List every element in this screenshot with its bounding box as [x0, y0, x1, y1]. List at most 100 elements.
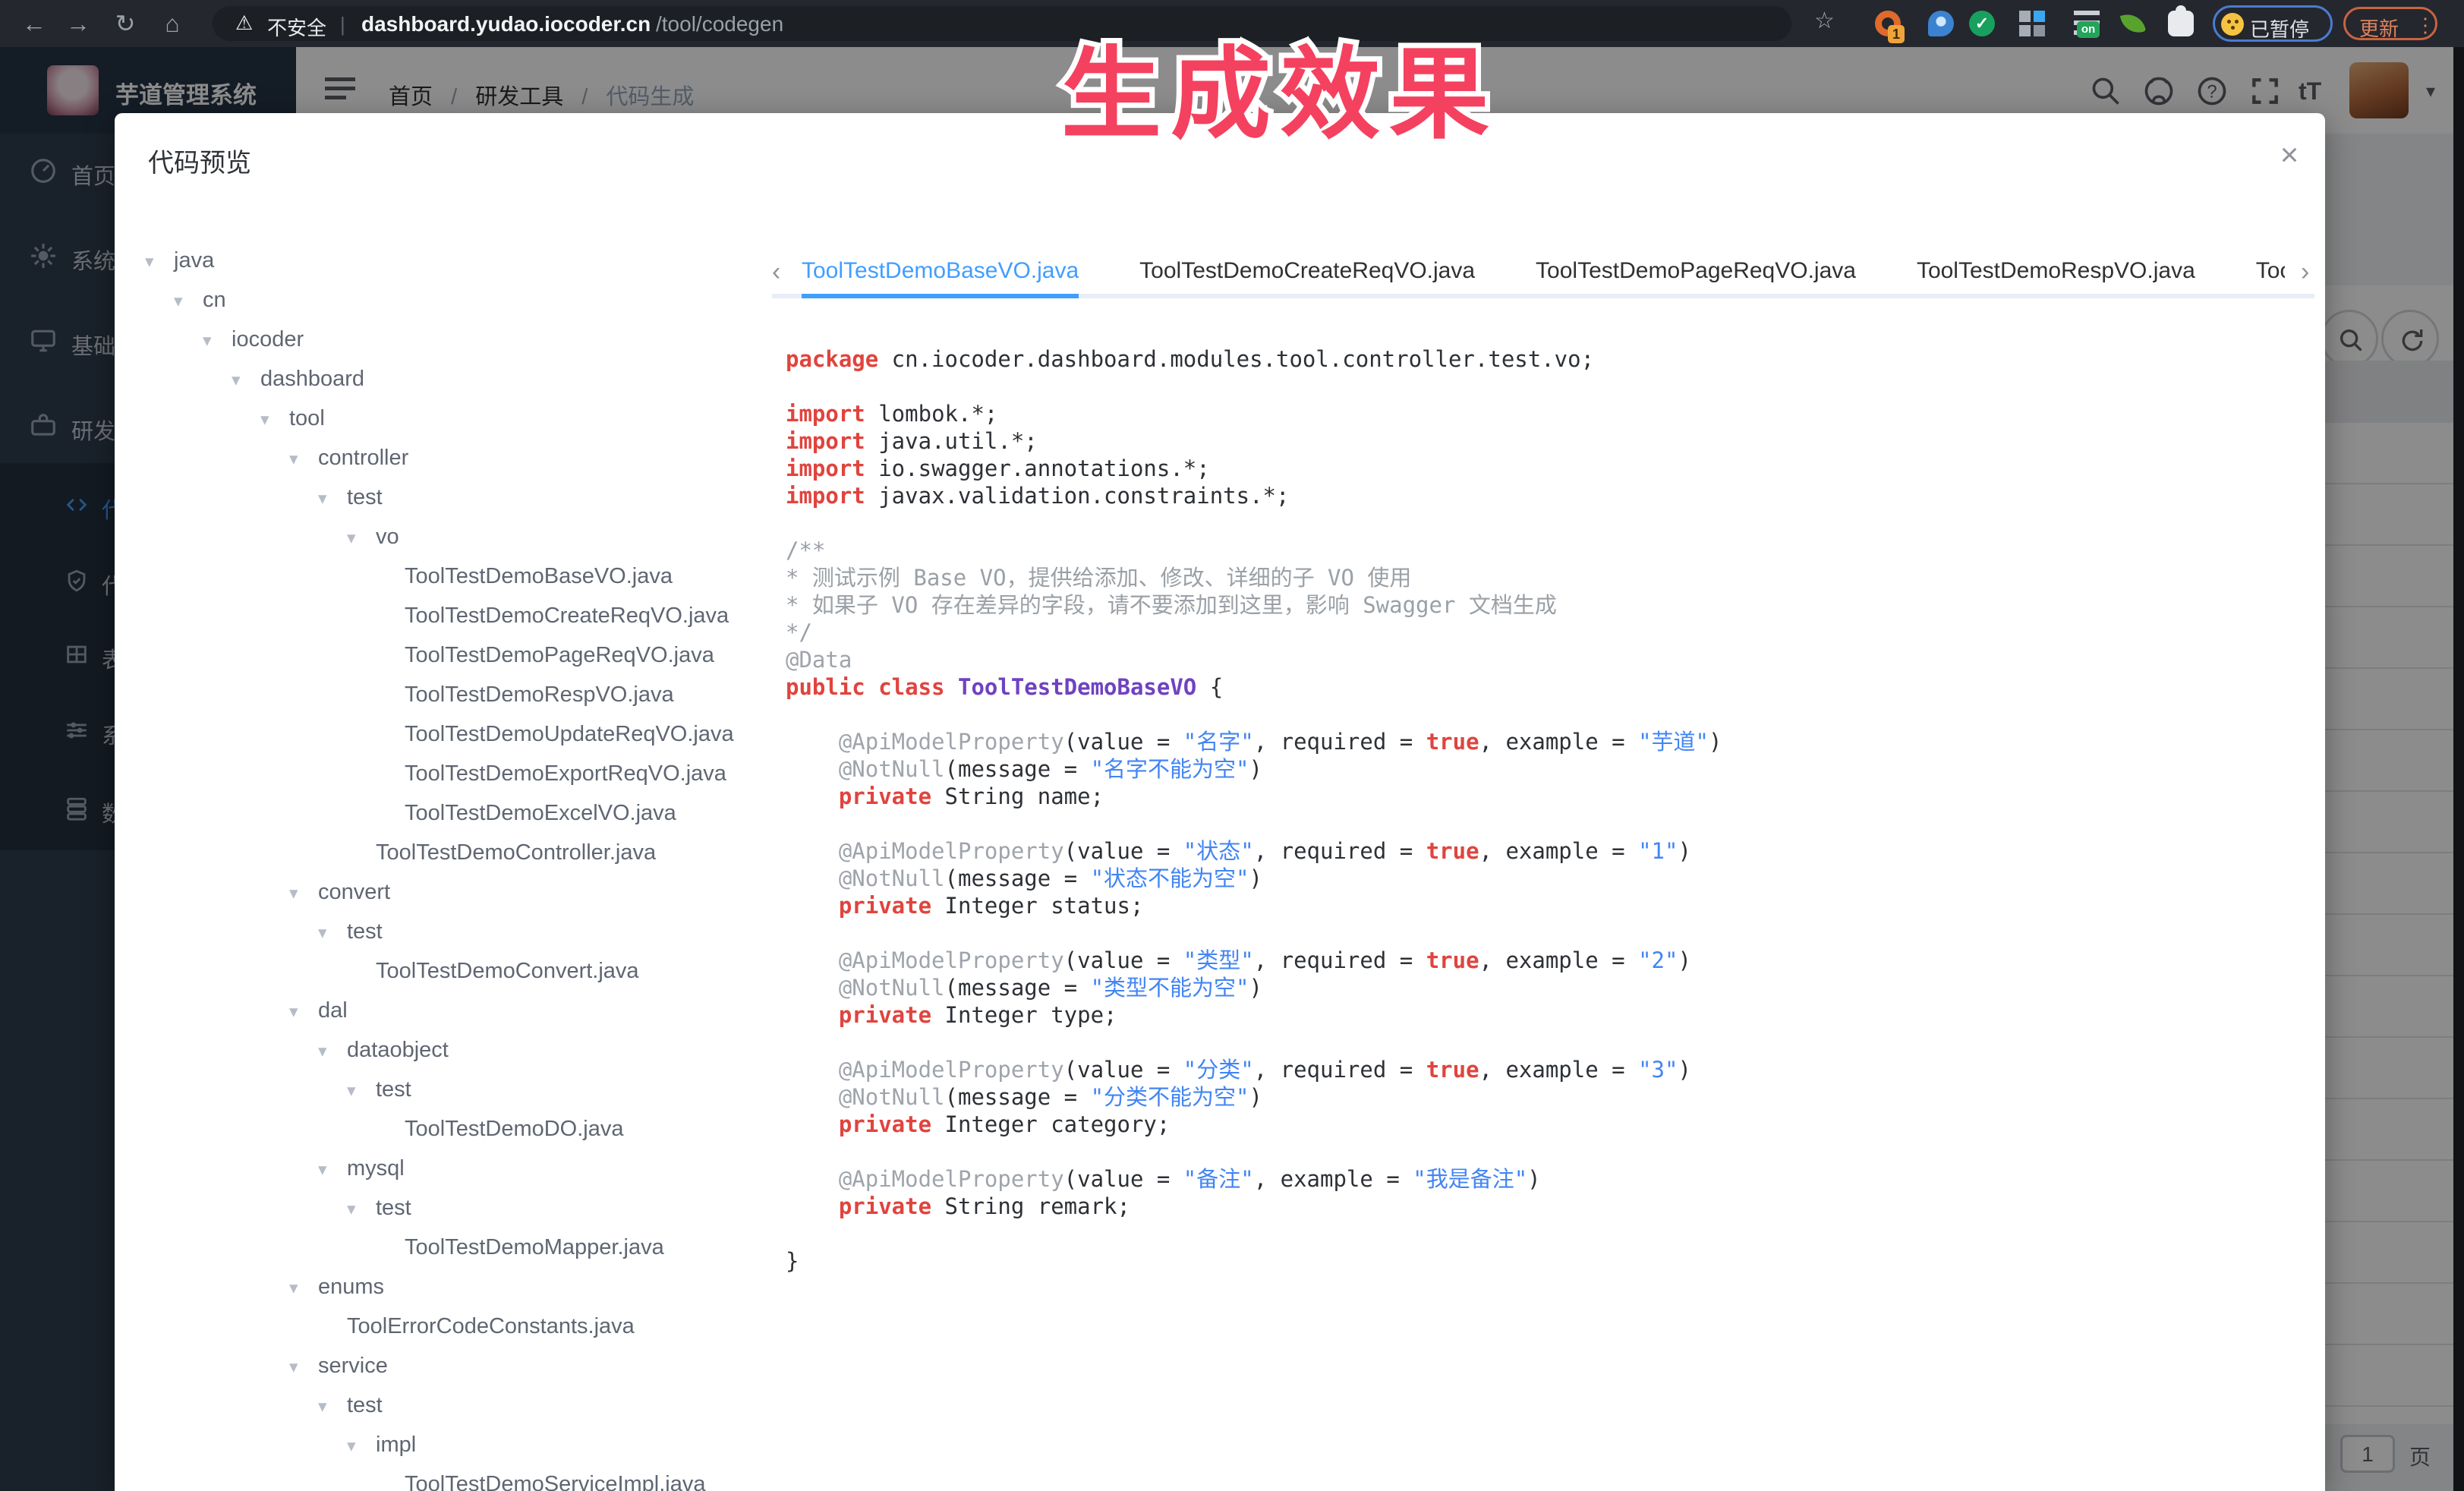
tree-folder[interactable]: ▾vo: [145, 517, 775, 556]
code-line: /**: [786, 537, 2304, 564]
tree-file[interactable]: ▾ToolTestDemoBaseVO.java: [145, 556, 775, 596]
tree-file[interactable]: ▾ToolTestDemoRespVO.java: [145, 675, 775, 714]
tree-file[interactable]: ▾ToolTestDemoController.java: [145, 833, 775, 872]
tree-label: ToolTestDemoExportReqVO.java: [405, 761, 726, 786]
tree-file[interactable]: ▾ToolTestDemoCreateReqVO.java: [145, 596, 775, 635]
caret-down-icon[interactable]: ▾: [260, 399, 289, 439]
dialog-title: 代码预览: [148, 142, 251, 179]
tree-file[interactable]: ▾ToolTestDemoPageReqVO.java: [145, 635, 775, 675]
tree-folder[interactable]: ▾iocoder: [145, 320, 775, 359]
code-block[interactable]: package cn.iocoder.dashboard.modules.too…: [786, 345, 2304, 1469]
tree-folder[interactable]: ▾convert: [145, 872, 775, 912]
reload-icon[interactable]: ↻: [108, 6, 143, 41]
caret-down-icon[interactable]: ▾: [289, 1347, 318, 1386]
tree-folder[interactable]: ▾service: [145, 1346, 775, 1385]
caret-down-icon[interactable]: ▾: [174, 281, 203, 320]
caret-down-icon[interactable]: ▾: [347, 1189, 376, 1228]
close-icon[interactable]: ×: [2270, 136, 2308, 174]
code-line: private String name;: [786, 783, 2304, 810]
home-icon[interactable]: ⌂: [155, 6, 190, 41]
tree-label: ToolTestDemoRespVO.java: [405, 682, 674, 707]
code-line: @ApiModelProperty(value = "分类", required…: [786, 1056, 2304, 1083]
tree-folder[interactable]: ▾tool: [145, 399, 775, 438]
code-line: [786, 509, 2304, 537]
tree-label: ToolTestDemoConvert.java: [376, 959, 639, 983]
code-line: @NotNull(message = "名字不能为空"): [786, 755, 2304, 783]
tree-label: ToolTestDemoDO.java: [405, 1117, 624, 1141]
file-tab[interactable]: ToolTestDemoBaseVO.java: [802, 251, 1079, 294]
caret-down-icon[interactable]: ▾: [318, 478, 347, 518]
extension-icon-4[interactable]: [2019, 11, 2045, 36]
caret-down-icon[interactable]: ▾: [203, 320, 232, 360]
code-preview-dialog: 代码预览 × ▾java▾cn▾iocoder▾dashboard▾tool▾c…: [115, 113, 2325, 1491]
chrome-update-button[interactable]: 更新 ⋮: [2343, 7, 2437, 40]
extension-icon-2[interactable]: [1928, 11, 1954, 36]
tree-folder[interactable]: ▾test: [145, 478, 775, 517]
tree-folder[interactable]: ▾test: [145, 1070, 775, 1109]
tree-file[interactable]: ▾ToolTestDemoConvert.java: [145, 951, 775, 991]
tree-file[interactable]: ▾ToolTestDemoDO.java: [145, 1109, 775, 1149]
file-tab[interactable]: ToolTestDemoPageReqVO.java: [1536, 251, 1856, 294]
tabs-scroll-left-icon[interactable]: ‹: [772, 257, 780, 287]
code-line: @ApiModelProperty(value = "类型", required…: [786, 947, 2304, 974]
back-icon[interactable]: ←: [17, 6, 52, 41]
tree-file[interactable]: ▾ToolTestDemoServiceImpl.java: [145, 1464, 775, 1491]
code-line: @ApiModelProperty(value = "名字", required…: [786, 728, 2304, 755]
tree-folder[interactable]: ▾controller: [145, 438, 775, 478]
profile-paused-chip[interactable]: 已暂停: [2213, 5, 2333, 42]
extensions-puzzle-icon[interactable]: [2168, 11, 2194, 36]
file-tab[interactable]: ToolTestDemoCreateReqVO.java: [1139, 251, 1475, 294]
caret-down-icon[interactable]: ▾: [347, 518, 376, 557]
tree-folder[interactable]: ▾mysql: [145, 1149, 775, 1188]
address-bar[interactable]: ⚠ 不安全 | dashboard.yudao.iocoder.cn /tool…: [213, 6, 1791, 41]
tree-label: ToolTestDemoPageReqVO.java: [405, 643, 714, 667]
tabs-scroll-right-icon[interactable]: ›: [2301, 257, 2309, 287]
file-tab[interactable]: ToolTestDemoUpdateReqVO.java: [2256, 251, 2285, 294]
tree-file[interactable]: ▾ToolTestDemoUpdateReqVO.java: [145, 714, 775, 754]
file-tab[interactable]: ToolTestDemoRespVO.java: [1917, 251, 2195, 294]
tree-label: dataobject: [347, 1038, 449, 1062]
tree-folder[interactable]: ▾java: [145, 241, 775, 280]
forward-icon[interactable]: →: [61, 6, 96, 41]
caret-down-icon[interactable]: ▾: [289, 991, 318, 1031]
tree-folder[interactable]: ▾test: [145, 1188, 775, 1228]
bookmark-star-icon[interactable]: ☆: [1814, 8, 1835, 34]
caret-down-icon[interactable]: ▾: [318, 913, 347, 952]
caret-down-icon[interactable]: ▾: [145, 241, 174, 281]
tree-label: test: [347, 919, 383, 944]
caret-down-icon[interactable]: ▾: [289, 1268, 318, 1307]
caret-down-icon[interactable]: ▾: [347, 1426, 376, 1465]
extension-badge: 1: [1888, 25, 1905, 43]
tree-label: impl: [376, 1433, 416, 1457]
caret-down-icon[interactable]: ▾: [347, 1070, 376, 1110]
puzzle-bump: [2176, 5, 2186, 16]
extension-icon-3[interactable]: ✓: [1969, 11, 1995, 36]
file-tabs: ToolTestDemoBaseVO.java ToolTestDemoCreat…: [802, 251, 2285, 294]
tree-folder[interactable]: ▾test: [145, 912, 775, 951]
caret-down-icon[interactable]: ▾: [232, 360, 260, 399]
extension-icon-6[interactable]: [2120, 11, 2146, 36]
tree-file[interactable]: ▾ToolErrorCodeConstants.java: [145, 1307, 775, 1346]
tree-folder[interactable]: ▾enums: [145, 1267, 775, 1307]
code-line: import lombok.*;: [786, 400, 2304, 427]
caret-down-icon[interactable]: ▾: [289, 439, 318, 478]
tree-file[interactable]: ▾ToolTestDemoExportReqVO.java: [145, 754, 775, 793]
tree-folder[interactable]: ▾cn: [145, 280, 775, 320]
caret-down-icon[interactable]: ▾: [289, 873, 318, 913]
extension-icon-5[interactable]: on: [2074, 11, 2100, 36]
caret-down-icon[interactable]: ▾: [318, 1031, 347, 1070]
tree-label: cn: [203, 288, 226, 312]
tree-folder[interactable]: ▾dal: [145, 991, 775, 1030]
security-warning-icon: ⚠: [235, 11, 253, 35]
tree-file[interactable]: ▾ToolTestDemoExcelVO.java: [145, 793, 775, 833]
tree-folder[interactable]: ▾impl: [145, 1425, 775, 1464]
extension-icon-1[interactable]: 1: [1875, 11, 1901, 36]
tree-label: test: [376, 1077, 411, 1102]
tree-label: ToolTestDemoServiceImpl.java: [405, 1472, 705, 1491]
tree-folder[interactable]: ▾test: [145, 1385, 775, 1425]
tree-file[interactable]: ▾ToolTestDemoMapper.java: [145, 1228, 775, 1267]
caret-down-icon[interactable]: ▾: [318, 1386, 347, 1426]
tree-folder[interactable]: ▾dataobject: [145, 1030, 775, 1070]
caret-down-icon[interactable]: ▾: [318, 1149, 347, 1189]
tree-folder[interactable]: ▾dashboard: [145, 359, 775, 399]
